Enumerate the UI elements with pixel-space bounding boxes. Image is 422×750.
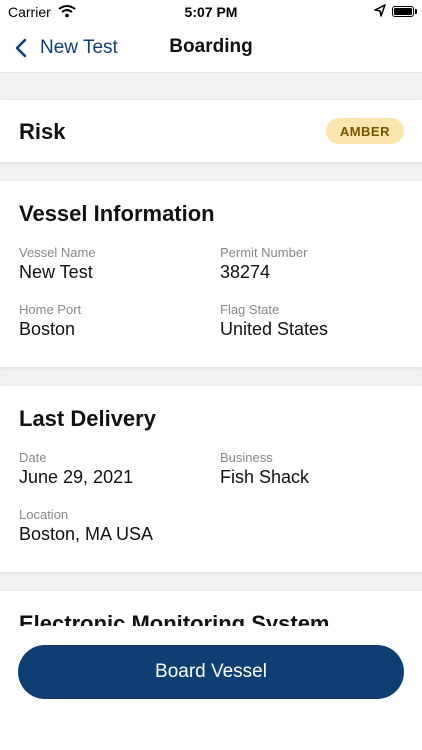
flag-state-value: United States [220,319,329,339]
location-label: Location [19,507,69,522]
vessel-name-label: Vessel Name [19,245,96,260]
vessel-info-card: Vessel Information Vessel Name New Test … [0,181,422,367]
location-arrow-icon [374,4,386,21]
home-port-label: Home Port [19,302,82,317]
flag-state-label: Flag State [220,302,280,317]
page-title: Boarding [169,36,253,57]
last-delivery-title: Last Delivery [19,406,156,431]
bottom-action-bar: Board Vessel [0,626,422,750]
battery-tip [415,9,417,14]
business-label: Business [220,450,273,465]
location-value: Boston, MA USA [19,524,154,544]
permit-number-value: 38274 [220,262,271,282]
delivery-date-label: Date [19,450,47,465]
board-vessel-button[interactable]: Board Vessel [18,645,404,699]
delivery-date-value: June 29, 2021 [19,467,134,487]
ems-title: Electronic Monitoring System [19,611,330,626]
last-delivery-card: Last Delivery Date June 29, 2021 Busines… [0,386,422,572]
ems-card: Electronic Monitoring System [0,591,422,626]
scroll-content[interactable]: Risk AMBER Vessel Information Vessel Nam… [0,73,422,626]
risk-level-badge: AMBER [325,118,404,144]
status-bar: Carrier 5:07 PM [0,0,422,24]
risk-card: Risk AMBER [0,100,422,162]
clock: 5:07 PM [184,4,238,20]
battery-icon [392,6,414,17]
navigation-bar: New Test Boarding [0,24,422,73]
risk-title: Risk [19,119,66,144]
vessel-name-value: New Test [19,262,93,282]
permit-number-label: Permit Number [220,245,308,260]
home-port-value: Boston [19,319,76,339]
business-value: Fish Shack [220,467,310,487]
vessel-info-title: Vessel Information [19,201,215,226]
